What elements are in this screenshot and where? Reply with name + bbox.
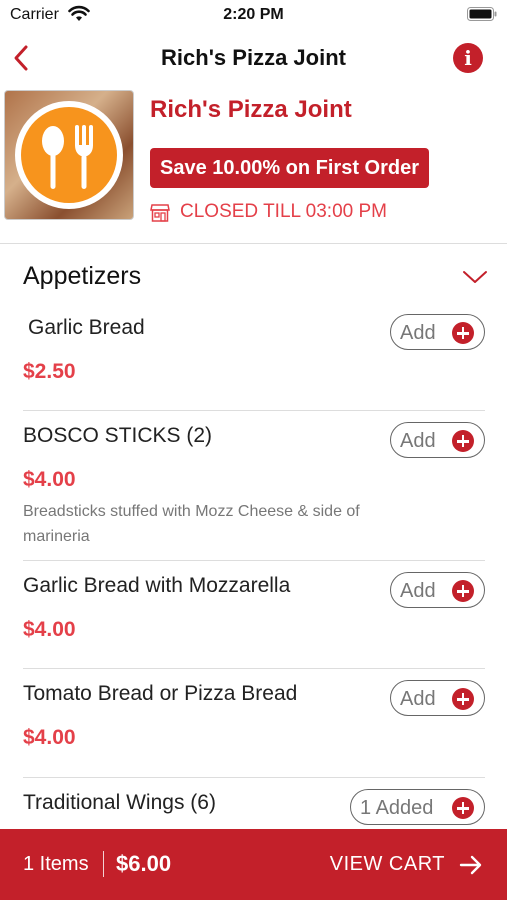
added-button[interactable]: 1 Added — [350, 789, 485, 825]
status-time: 2:20 PM — [223, 6, 284, 23]
add-button[interactable]: Add — [390, 314, 485, 350]
add-button[interactable]: Add — [390, 680, 485, 716]
spoon-fork-icon — [42, 125, 93, 189]
item-price: $4.00 — [23, 468, 76, 491]
divider — [23, 560, 485, 561]
item-name: Garlic Bread — [28, 316, 145, 339]
restaurant-name: Rich's Pizza Joint — [150, 96, 352, 123]
item-price: $4.00 — [23, 618, 76, 641]
status-bar: Carrier 2:20 PM — [0, 0, 507, 32]
battery-icon — [467, 7, 497, 21]
restaurant-header: Rich's Pizza Joint Save 10.00% on First … — [0, 86, 507, 244]
view-cart-label: VIEW CART — [329, 853, 445, 875]
item-description: Breadsticks stuffed with Mozz Cheese & s… — [23, 503, 360, 545]
plus-icon — [452, 797, 474, 819]
divider — [23, 777, 485, 778]
store-icon — [150, 204, 170, 222]
plus-icon — [452, 322, 474, 344]
add-button[interactable]: Add — [390, 572, 485, 608]
promo-badge: Save 10.00% on First Order — [150, 148, 430, 188]
add-button-label: Add — [400, 322, 436, 344]
cart-separator — [103, 851, 104, 877]
restaurant-logo — [4, 90, 134, 220]
menu-item: Tomato Bread or Pizza Bread $4.00 Add — [0, 680, 507, 776]
cart-total: $6.00 — [116, 851, 172, 876]
add-button-label: Add — [400, 580, 436, 602]
add-button[interactable]: Add — [390, 422, 485, 458]
category-title: Appetizers — [23, 262, 142, 290]
nav-bar: Rich's Pizza Joint i — [0, 34, 507, 82]
cart-item-count: 1 Items — [23, 853, 89, 875]
plus-icon — [452, 688, 474, 710]
chevron-down-icon — [463, 271, 487, 283]
menu-item: BOSCO STICKS (2) $4.00 Breadsticks stuff… — [0, 422, 507, 560]
menu-item: Traditional Wings (6) 1 Added — [0, 789, 507, 829]
divider — [23, 668, 485, 669]
item-name: Garlic Bread with Mozzarella — [23, 574, 291, 597]
divider — [0, 243, 507, 244]
menu-item: Garlic Bread $2.50 Add — [0, 314, 507, 410]
item-price: $4.00 — [23, 726, 76, 749]
item-price: $2.50 — [23, 360, 76, 383]
page-title: Rich's Pizza Joint — [161, 45, 346, 70]
info-icon[interactable]: i — [453, 43, 483, 73]
item-name: Traditional Wings (6) — [23, 791, 216, 814]
item-name: BOSCO STICKS (2) — [23, 424, 213, 447]
plus-icon — [452, 580, 474, 602]
menu-item: Garlic Bread with Mozzarella $4.00 Add — [0, 572, 507, 668]
added-button-label: 1 Added — [360, 797, 434, 819]
divider — [23, 410, 485, 411]
view-cart-bar[interactable]: 1 Items $6.00 VIEW CART — [0, 829, 507, 900]
category-header-appetizers[interactable]: Appetizers — [0, 262, 507, 302]
add-button-label: Add — [400, 430, 436, 452]
item-name: Tomato Bread or Pizza Bread — [23, 682, 298, 705]
plus-icon — [452, 430, 474, 452]
arrow-right-icon — [459, 855, 482, 875]
add-button-label: Add — [400, 688, 436, 710]
open-status: CLOSED TILL 03:00 PM — [180, 201, 387, 222]
